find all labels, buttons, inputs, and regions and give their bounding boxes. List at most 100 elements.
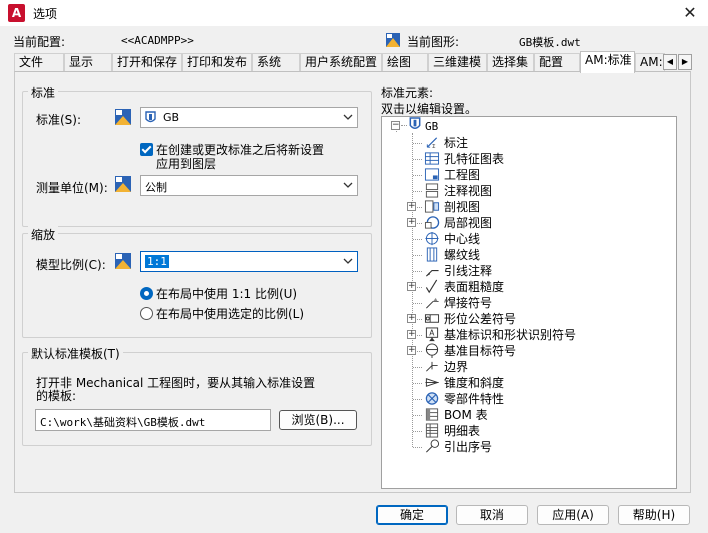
standard-icon [115, 109, 131, 125]
template-description-line1: 打开非 Mechanical 工程图时，要从其输入标准设置 [36, 376, 316, 390]
tree-item[interactable]: 表面粗糙度 [444, 278, 504, 294]
tree-item[interactable]: 标注 [444, 134, 468, 150]
datum-target-icon [425, 343, 439, 358]
tree-line [413, 383, 422, 384]
apply-button[interactable]: 应用(A) [537, 505, 609, 525]
tree-item[interactable]: 形位公差符号 [444, 310, 516, 326]
tree-item[interactable]: 焊接符号 [444, 294, 492, 310]
template-path-value: C:\work\基础资料\GB模板.dwt [40, 416, 206, 429]
tab-plot-publish[interactable]: 打印和发布 [182, 53, 252, 72]
elements-title: 标准元素: [381, 86, 434, 100]
drawing-file-icon [386, 33, 400, 47]
elements-hint: 双击以编辑设置。 [381, 102, 478, 116]
cancel-button[interactable]: 取消 [456, 505, 528, 525]
model-scale-value: 1:1 [145, 255, 169, 268]
component-property-icon [425, 392, 439, 405]
svg-text:A: A [429, 328, 435, 337]
measure-unit-value: 公制 [145, 181, 167, 194]
expand-icon[interactable]: + [407, 330, 416, 339]
help-button[interactable]: 帮助(H) [618, 505, 690, 525]
chevron-down-icon [343, 258, 353, 264]
current-drawing-value: GB模板.dwt [519, 36, 581, 49]
tree-item[interactable]: 锥度和斜度 [444, 374, 504, 390]
standard-value: GB [163, 111, 180, 124]
tree-line [413, 255, 422, 256]
template-path-input[interactable]: C:\work\基础资料\GB模板.dwt [35, 409, 271, 431]
chevron-down-icon [343, 114, 353, 120]
section-view-icon [424, 200, 440, 213]
tree-item[interactable]: 边界 [444, 358, 468, 374]
tab-profiles[interactable]: 配置 [534, 53, 580, 72]
tab-user-preferences[interactable]: 用户系统配置 [300, 53, 382, 72]
tree-item[interactable]: 引出序号 [444, 438, 492, 454]
browse-button[interactable]: 浏览(B)... [279, 410, 357, 430]
current-profile-label: 当前配置: [13, 35, 66, 49]
expand-icon[interactable]: + [407, 346, 416, 355]
tab-scroll-left-icon[interactable]: ◀ [663, 54, 677, 70]
annotation-view-icon [425, 183, 439, 198]
tab-am-next[interactable]: AM: [635, 53, 665, 72]
tree-item[interactable]: 明细表 [444, 422, 480, 438]
tree-item[interactable]: 中心线 [444, 230, 480, 246]
tree-root-gb[interactable]: GB [425, 119, 438, 135]
collapse-root-icon[interactable]: − [391, 121, 400, 130]
ok-button[interactable]: 确定 [376, 505, 448, 525]
model-scale-combo[interactable]: 1:1 [140, 251, 358, 272]
leader-note-icon [425, 269, 439, 277]
tree-item[interactable]: 螺纹线 [444, 246, 480, 262]
expand-icon[interactable]: + [407, 314, 416, 323]
weld-symbol-icon [426, 297, 439, 309]
tree-item[interactable]: 引线注释 [444, 262, 492, 278]
tree-item[interactable]: 工程图 [444, 166, 480, 182]
tab-drafting[interactable]: 绘图 [382, 53, 428, 72]
expand-icon[interactable]: + [407, 202, 416, 211]
tab-am-standards[interactable]: AM:标准 [580, 51, 635, 73]
tab-system[interactable]: 系统 [252, 53, 300, 72]
balloon-icon [426, 439, 440, 453]
scale-group-title: 缩放 [28, 226, 59, 243]
detail-view-icon [424, 216, 440, 229]
tree-line [413, 447, 422, 448]
drawing-icon [424, 168, 440, 181]
standard-group-title: 标准 [28, 84, 59, 101]
tree-line [413, 271, 422, 272]
tab-open-save[interactable]: 打开和保存 [112, 53, 182, 72]
centerline-icon [425, 231, 439, 246]
tab-files[interactable]: 文件 [14, 53, 64, 72]
layout-selected-scale-radio[interactable] [140, 307, 153, 320]
autocad-app-icon: A [8, 4, 25, 22]
template-description-line2: 的模板: [36, 389, 77, 403]
apply-to-layers-checkbox[interactable] [140, 143, 153, 156]
window-title: 选项 [33, 7, 58, 21]
tree-item[interactable]: BOM 表 [444, 406, 488, 422]
layout-1to1-radio[interactable] [140, 287, 153, 300]
layout-selected-scale-label: 在布局中使用选定的比例(L) [156, 307, 305, 321]
tree-item[interactable]: 孔特征图表 [444, 150, 504, 166]
tree-item[interactable]: 基准目标符号 [444, 342, 516, 358]
measure-unit-combo[interactable]: 公制 [140, 175, 358, 196]
parts-list-icon [425, 423, 439, 438]
tree-line [413, 303, 422, 304]
tree-item[interactable]: 基准标识和形状识别符号 [444, 326, 576, 342]
expand-icon[interactable]: + [407, 282, 416, 291]
standard-combo[interactable]: GB [140, 107, 358, 128]
template-group-title: 默认标准模板(T) [28, 345, 123, 362]
expand-icon[interactable]: + [407, 218, 416, 227]
tree-line [413, 143, 422, 144]
apply-to-layers-label-line2: 应用到图层 [156, 157, 217, 171]
close-icon[interactable]: ✕ [678, 1, 702, 25]
feature-control-icon [424, 314, 440, 323]
tab-display[interactable]: 显示 [64, 53, 112, 72]
tree-item[interactable]: 局部视图 [444, 214, 492, 230]
standard-label: 标准(S): [36, 113, 82, 127]
tree-item[interactable]: 注释视图 [444, 182, 492, 198]
tree-line [413, 191, 422, 192]
tree-item[interactable]: 零部件特性 [444, 390, 504, 406]
tree-line [413, 367, 422, 368]
datum-identifier-icon: A [425, 327, 439, 342]
tab-scroll-right-icon[interactable]: ▶ [678, 54, 692, 70]
tree-line [413, 399, 422, 400]
tab-3d-modeling[interactable]: 三维建模 [428, 53, 487, 72]
tab-selection[interactable]: 选择集 [487, 53, 534, 72]
tree-item[interactable]: 剖视图 [444, 198, 480, 214]
